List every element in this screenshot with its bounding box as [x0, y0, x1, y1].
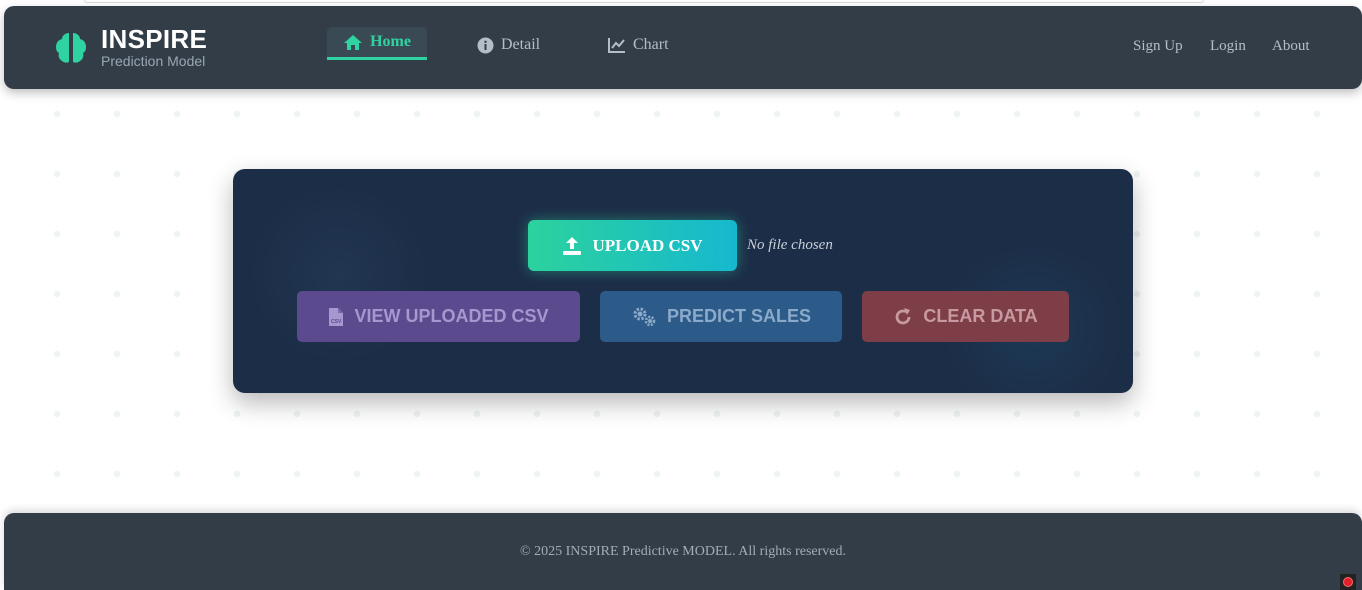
nav-detail-label: Detail — [501, 36, 541, 53]
view-uploaded-csv-label: VIEW UPLOADED CSV — [354, 306, 549, 326]
brand-title: INSPIRE — [101, 24, 208, 54]
view-uploaded-csv-button[interactable]: CSV VIEW UPLOADED CSV — [297, 291, 580, 342]
predict-sales-label: PREDICT SALES — [666, 306, 812, 326]
nav-signup[interactable]: Sign Up — [1133, 38, 1183, 55]
footer: © 2025 INSPIRE Predictive MODEL. All rig… — [4, 513, 1362, 590]
predict-sales-button[interactable]: PREDICT SALES — [600, 291, 842, 342]
nav-home-label: Home — [370, 33, 411, 50]
nav-login[interactable]: Login — [1210, 38, 1246, 55]
nav-home[interactable]: Home — [327, 27, 427, 60]
home-icon — [344, 34, 363, 50]
upload-csv-label: UPLOAD CSV — [592, 235, 703, 255]
upload-icon — [563, 236, 582, 255]
browser-top-strip — [84, 0, 1204, 3]
nav-about[interactable]: About — [1272, 38, 1310, 55]
nav-chart[interactable]: Chart — [608, 36, 669, 54]
redo-icon — [895, 307, 911, 324]
upload-card: UPLOAD CSV No file chosen CSV VIEW UPLOA… — [233, 169, 1133, 393]
footer-copyright: © 2025 INSPIRE Predictive MODEL. All rig… — [520, 544, 846, 559]
nav-detail[interactable]: Detail — [477, 36, 540, 54]
info-icon — [477, 37, 494, 53]
clear-data-button[interactable]: CLEAR DATA — [862, 291, 1069, 342]
svg-text:CSV: CSV — [331, 319, 342, 325]
csv-file-icon: CSV — [329, 307, 344, 326]
upload-csv-button[interactable]: UPLOAD CSV — [528, 220, 737, 271]
brain-icon — [56, 33, 86, 63]
clear-data-label: CLEAR DATA — [923, 306, 1038, 326]
nav-chart-label: Chart — [633, 36, 669, 53]
file-status: No file chosen — [747, 237, 833, 253]
line-chart-icon — [608, 38, 625, 53]
brand-subtitle: Prediction Model — [101, 53, 206, 69]
navbar: INSPIRE Prediction Model Home Detail Cha… — [4, 6, 1362, 89]
record-icon — [1340, 574, 1356, 590]
cogs-icon — [633, 307, 656, 326]
